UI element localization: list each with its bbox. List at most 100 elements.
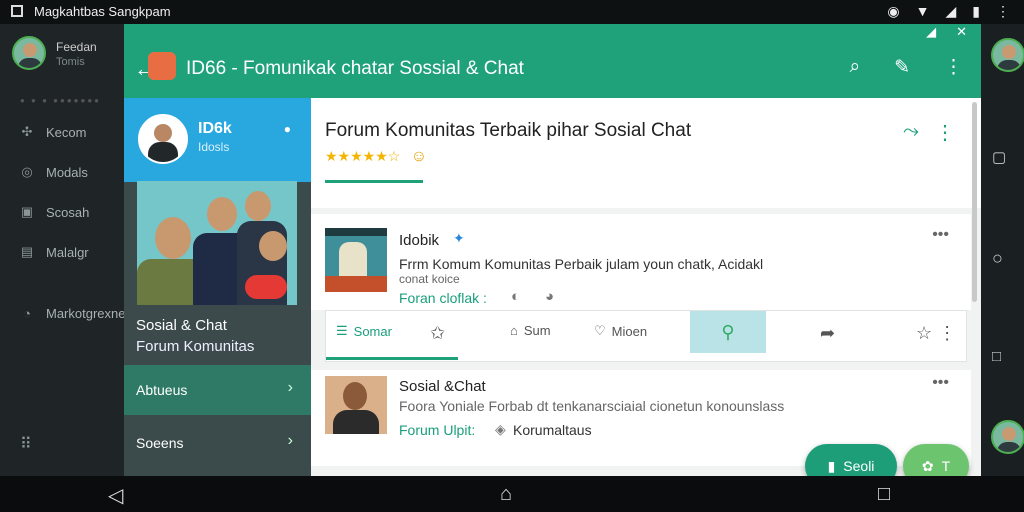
- side-user-name: ID6k: [198, 120, 232, 137]
- apps-grid-icon[interactable]: ⠿: [20, 434, 32, 454]
- tab-label: Mioen: [611, 323, 648, 339]
- thumb-face: [343, 382, 367, 410]
- plus-icon: ✣: [21, 124, 33, 139]
- image-icon: ▣: [20, 204, 34, 219]
- tab-share[interactable]: ➦: [820, 323, 835, 344]
- location-icon: ◉: [887, 3, 900, 19]
- signal-icon: ◢: [945, 3, 957, 19]
- post-meta: Forum Ulpit:: [399, 422, 476, 438]
- recents-nav-icon[interactable]: □: [878, 483, 890, 506]
- square-icon[interactable]: □: [992, 348, 1001, 365]
- side-caption-title: Sosial & Chat: [136, 317, 227, 334]
- scrollbar[interactable]: [972, 102, 977, 302]
- photo-figure: [259, 231, 287, 261]
- side-header: ID6k Idosls ●: [124, 98, 311, 182]
- drawer-profile-sub: Tomis: [56, 56, 85, 68]
- more-icon: ⋮: [938, 323, 957, 343]
- post-meta-2: Korumaltaus: [513, 422, 592, 438]
- active-underline: [325, 180, 423, 183]
- fab-secondary[interactable]: ✿ T: [903, 444, 969, 476]
- status-title: Magkahtbas Sangkpam: [34, 4, 171, 19]
- forum-header-card: Forum Komunitas Terbaik pihar Sosial Cha…: [311, 98, 981, 208]
- more-icon[interactable]: ⋮: [935, 120, 955, 145]
- community-photo[interactable]: [137, 181, 297, 305]
- drawer-profile-name: Feedan: [56, 40, 97, 54]
- resize-icon[interactable]: ◢: [926, 24, 936, 40]
- thumb-band: [325, 228, 387, 236]
- heart-icon: ♡: [594, 323, 606, 338]
- verified-icon: ✦: [453, 230, 465, 246]
- rating: ★★★★★☆ ☺: [325, 148, 427, 166]
- left-drawer: Feedan Tomis ● ● ● ●●●●●●● ✣ Kecom ◎ Modal…: [0, 24, 125, 476]
- more-dots-icon[interactable]: •••: [932, 226, 949, 244]
- tab-mioen[interactable]: ♡ Mioen: [594, 323, 647, 339]
- right-rail: ▢ ○ □: [981, 24, 1024, 476]
- drawer-item-label: Malalgr: [46, 244, 89, 260]
- search-icon[interactable]: ⌕: [849, 56, 860, 79]
- active-tab-indicator: [326, 357, 458, 360]
- drawer-profile[interactable]: [12, 36, 46, 70]
- photo-figure: [207, 197, 237, 231]
- tab-sum[interactable]: ⌂ Sum: [510, 323, 551, 338]
- avatar[interactable]: [138, 114, 188, 164]
- tab-somar[interactable]: ☰ Somar: [336, 323, 392, 339]
- emoji-icon: ☺: [410, 148, 428, 165]
- side-panel: ID6k Idosls ● Sosial & Chat Forum Komuni…: [124, 98, 311, 476]
- time-icon[interactable]: ◕: [545, 288, 554, 305]
- app-logo-icon: [148, 52, 176, 80]
- side-menu-label: Soeens: [136, 435, 184, 451]
- home-circle-icon[interactable]: ○: [992, 248, 1003, 269]
- post-text-2: conat koice: [399, 272, 460, 286]
- drawer-item-1[interactable]: ✣ Kecom: [20, 124, 87, 140]
- system-icons: ◉ ▼ ◢ ▮ ⋮: [887, 3, 1010, 20]
- chevron-right-icon: ›: [287, 432, 293, 449]
- group-icon: ✿: [921, 457, 934, 474]
- overflow-icon[interactable]: ⋮: [996, 3, 1010, 20]
- app-icon: [11, 5, 23, 17]
- home-nav-icon[interactable]: ⌂: [500, 483, 512, 506]
- settings-icon: ◔: [23, 306, 31, 321]
- photo-figure: [155, 217, 191, 259]
- drawer-item-2[interactable]: ◎ Modals: [20, 164, 88, 180]
- avatar: [991, 38, 1024, 72]
- drawer-item-4[interactable]: ▤ Malalgr: [20, 244, 89, 260]
- share-arrow-icon: ➦: [820, 323, 836, 343]
- fab-primary[interactable]: ▮ Seoli: [805, 444, 897, 476]
- chat-icon[interactable]: ✎: [894, 56, 910, 79]
- post-author: Idobik: [399, 232, 440, 249]
- recent-icon[interactable]: ▢: [992, 148, 1006, 166]
- main-content: Forum Komunitas Terbaik pihar Sosial Cha…: [311, 98, 981, 476]
- right-rail-avatar[interactable]: [991, 38, 1024, 72]
- tab-selected-bookmark[interactable]: ⚲: [690, 311, 766, 353]
- star-rating-icon: ★★★★★☆: [325, 148, 401, 164]
- tab-label: Sum: [523, 323, 551, 338]
- close-icon[interactable]: ✕: [956, 24, 967, 40]
- drawer-item-3[interactable]: ▣ Scosah: [20, 204, 90, 220]
- app-toolbar: ◢ ✕ ← ID66 - Fomunikak chatar Sossial & …: [124, 24, 981, 98]
- divider: ● ● ● ●●●●●●●: [20, 96, 101, 105]
- tab-star[interactable]: ✩: [430, 323, 445, 344]
- side-menu-label: Abtueus: [136, 382, 188, 398]
- right-rail-avatar-2[interactable]: [991, 420, 1024, 454]
- app-title: ID66 - Fomunikak chatar Sossial & Chat: [186, 58, 524, 79]
- drawer-item-5[interactable]: ◔ Markotgrexne: [20, 306, 125, 321]
- drawer-item-label: Markotgrexne: [46, 306, 126, 321]
- post-card[interactable]: Idobik ✦ Frrm Komum Komunitas Perbaik ju…: [311, 214, 971, 310]
- side-caption-sub: Forum Komunitas: [136, 338, 255, 355]
- side-menu-item-2[interactable]: Soeens ›: [124, 418, 311, 468]
- side-menu-item-1[interactable]: Abtueus ›: [124, 365, 311, 415]
- back-nav-icon[interactable]: ◁: [108, 483, 123, 508]
- volume-icon[interactable]: ◐: [511, 288, 520, 305]
- post-meta: Foran cloflak :: [399, 290, 487, 306]
- live-badge-icon[interactable]: [245, 275, 287, 299]
- toolbar-actions: ⌕ ✎ ⋮: [849, 56, 963, 79]
- system-nav-bar: ◁ ⌂ □: [0, 476, 1024, 512]
- thumb-floor: [325, 276, 387, 292]
- wifi-icon: ▼: [915, 3, 930, 19]
- avatar: [991, 420, 1024, 454]
- post-text: Foora Yoniale Forbab dt tenkanarsciaial …: [399, 398, 785, 414]
- share-icon[interactable]: ⤳: [903, 120, 919, 143]
- more-icon[interactable]: ⋮: [944, 56, 963, 79]
- tab-favorite[interactable]: ☆ ⋮: [916, 323, 956, 344]
- more-dots-icon[interactable]: •••: [932, 374, 949, 392]
